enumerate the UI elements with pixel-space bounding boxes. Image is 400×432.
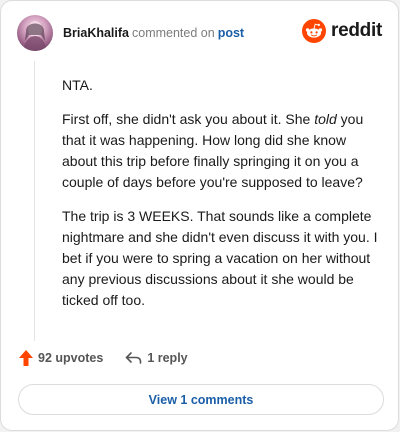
comment-actions: 92 upvotes 1 reply — [19, 350, 188, 366]
comment-card: BriaKhalifa commented on post reddit NTA. … — [0, 0, 399, 431]
user-avatar[interactable] — [17, 15, 53, 51]
comment-paragraph: The trip is 3 WEEKS. That sounds like a … — [62, 208, 378, 308]
comment-meta: BriaKhalifa commented on post — [63, 25, 244, 41]
paragraph-text: First off, she didn't ask you about it. … — [62, 111, 315, 127]
emphasized-text: told — [314, 111, 337, 127]
post-link[interactable]: post — [218, 26, 244, 40]
comment-paragraph: NTA. — [62, 77, 93, 93]
upvote-count: 92 upvotes — [38, 351, 104, 365]
username-link[interactable]: BriaKhalifa — [63, 26, 129, 40]
commented-on-text: commented on — [132, 26, 215, 40]
comment-body: NTA. First off, she didn't ask you about… — [62, 75, 382, 324]
comment-paragraph: First off, she didn't ask you about it. … — [62, 109, 382, 193]
upvote-button[interactable]: 92 upvotes — [19, 350, 103, 366]
upvote-arrow-icon — [19, 350, 33, 366]
comment-header: BriaKhalifa commented on post — [17, 15, 244, 51]
view-comments-button[interactable]: View 1 comments — [18, 384, 384, 415]
reddit-snoo-icon — [302, 19, 327, 43]
reddit-wordmark: reddit — [331, 20, 382, 41]
reply-arrow-icon — [126, 352, 142, 364]
reply-count: 1 reply — [147, 351, 188, 365]
reddit-brand[interactable]: reddit — [302, 19, 382, 43]
reply-button[interactable]: 1 reply — [125, 351, 188, 365]
thread-line[interactable] — [34, 61, 35, 341]
avatar-image — [23, 21, 47, 51]
